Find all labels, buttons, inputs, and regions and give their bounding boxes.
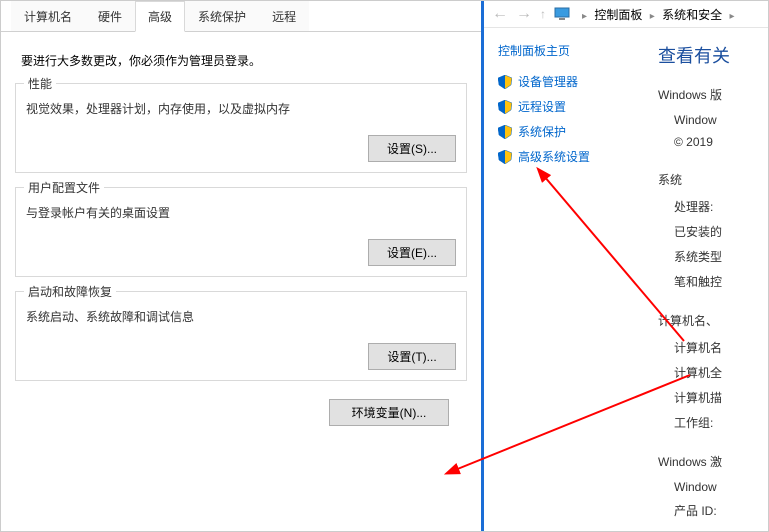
shield-icon	[498, 75, 512, 89]
windows-edition-heading: Windows 版	[658, 86, 768, 103]
computer-full-name-label: 计算机全	[658, 364, 768, 381]
chevron-right-icon: ▸	[582, 11, 587, 22]
device-manager-link[interactable]: 设备管理器	[498, 73, 638, 90]
system-protection-link[interactable]: 系统保护	[498, 123, 638, 140]
nav-up-icon[interactable]: ↑	[540, 7, 546, 21]
breadcrumb[interactable]: ▸ 控制面板 ▸ 系统和安全 ▸	[578, 6, 739, 23]
chevron-right-icon: ▸	[650, 11, 655, 22]
breadcrumb-control-panel[interactable]: 控制面板	[594, 8, 642, 22]
cpu-label: 处理器:	[658, 198, 768, 215]
copyright-text: © 2019	[658, 135, 768, 149]
shield-icon	[498, 150, 512, 164]
pen-touch-label: 笔和触控	[658, 273, 768, 290]
computer-name-heading: 计算机名、	[658, 312, 768, 329]
monitor-icon	[554, 7, 570, 21]
workgroup-label: 工作组:	[658, 414, 768, 431]
link-label: 设备管理器	[518, 73, 578, 90]
system-heading: 系统	[658, 171, 768, 188]
group-title-user-profiles: 用户配置文件	[24, 179, 104, 196]
activation-value: Window	[658, 480, 768, 494]
advanced-system-settings-link[interactable]: 高级系统设置	[498, 148, 638, 165]
group-performance: 性能 视觉效果，处理器计划，内存使用，以及虚拟内存 设置(S)...	[15, 83, 467, 173]
settings-button-user-profiles[interactable]: 设置(E)...	[368, 239, 456, 266]
shield-icon	[498, 125, 512, 139]
group-desc-performance: 视觉效果，处理器计划，内存使用，以及虚拟内存	[26, 100, 456, 117]
remote-settings-link[interactable]: 远程设置	[498, 98, 638, 115]
group-desc-startup-recovery: 系统启动、系统故障和调试信息	[26, 308, 456, 325]
system-type-label: 系统类型	[658, 248, 768, 265]
tab-system-protection[interactable]: 系统保护	[185, 1, 259, 31]
nav-bar: ← → ↑ ▸ 控制面板 ▸ 系统和安全 ▸	[484, 1, 768, 28]
control-panel-home-link[interactable]: 控制面板主页	[498, 42, 638, 59]
environment-variables-button[interactable]: 环境变量(N)...	[329, 399, 449, 426]
nav-back-icon[interactable]: ←	[492, 5, 508, 23]
group-title-startup-recovery: 启动和故障恢复	[24, 283, 116, 300]
activation-heading: Windows 激	[658, 453, 768, 470]
tab-remote[interactable]: 远程	[259, 1, 309, 31]
windows-edition-value: Window	[658, 113, 768, 127]
tabs: 计算机名 硬件 高级 系统保护 远程	[1, 1, 481, 32]
tab-hardware[interactable]: 硬件	[85, 1, 135, 31]
shield-icon	[498, 100, 512, 114]
ram-label: 已安装的	[658, 223, 768, 240]
settings-button-performance[interactable]: 设置(S)...	[368, 135, 456, 162]
product-id-label: 产品 ID:	[658, 502, 768, 519]
computer-desc-label: 计算机描	[658, 389, 768, 406]
tab-computer-name[interactable]: 计算机名	[11, 1, 85, 31]
info-column: 查看有关 Windows 版 Window © 2019 系统 处理器: 已安装…	[638, 42, 768, 527]
link-label: 系统保护	[518, 123, 566, 140]
group-user-profiles: 用户配置文件 与登录帐户有关的桌面设置 设置(E)...	[15, 187, 467, 277]
tab-advanced[interactable]: 高级	[135, 1, 185, 32]
computer-name-label: 计算机名	[658, 339, 768, 356]
group-startup-recovery: 启动和故障恢复 系统启动、系统故障和调试信息 设置(T)...	[15, 291, 467, 381]
breadcrumb-system-security[interactable]: 系统和安全	[662, 8, 722, 22]
info-title: 查看有关	[658, 42, 768, 68]
group-desc-user-profiles: 与登录帐户有关的桌面设置	[26, 204, 456, 221]
settings-button-startup-recovery[interactable]: 设置(T)...	[368, 343, 456, 370]
link-label: 远程设置	[518, 98, 566, 115]
intro-text: 要进行大多数更改，你必须作为管理员登录。	[21, 52, 461, 69]
chevron-right-icon: ▸	[729, 11, 734, 22]
nav-forward-icon[interactable]: →	[516, 5, 532, 23]
link-label: 高级系统设置	[518, 148, 590, 165]
group-title-performance: 性能	[24, 75, 56, 92]
